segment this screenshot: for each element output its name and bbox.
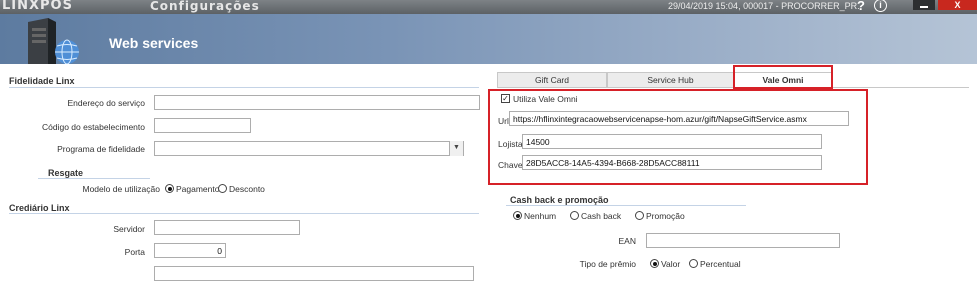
radio-cash-back[interactable] <box>570 211 579 220</box>
promocao-label: Promoção <box>646 211 685 221</box>
servidor-input[interactable] <box>154 220 300 235</box>
app-title: Configurações <box>150 0 260 13</box>
utiliza-vale-omni-checkbox[interactable]: ✓ <box>501 94 510 103</box>
section-title-resgate: Resgate <box>48 168 84 178</box>
radio-pagamento[interactable] <box>165 184 174 193</box>
chave-label: Chave <box>498 160 523 170</box>
minimize-button[interactable] <box>913 0 935 10</box>
programa-label: Programa de fidelidade <box>57 144 145 154</box>
modelo-label: Modelo de utilização <box>82 184 161 194</box>
info-icon[interactable]: i <box>874 0 887 12</box>
page-header: Web services <box>0 14 977 64</box>
section-title-crediario: Crediário Linx <box>9 203 70 213</box>
url-input[interactable]: https://hflinxintegracaowebservicenapse-… <box>509 111 849 126</box>
programa-fidelidade-select[interactable] <box>154 141 464 156</box>
app-logo: LINXPOS <box>2 0 73 13</box>
tab-gift-card[interactable]: Gift Card <box>497 72 607 88</box>
valor-label: Valor <box>661 259 681 269</box>
section-divider <box>38 178 150 179</box>
radio-valor[interactable] <box>650 259 659 268</box>
servidor-label: Servidor <box>113 224 145 234</box>
porta-label: Porta <box>124 247 145 257</box>
ean-input[interactable] <box>646 233 840 248</box>
desconto-label: Desconto <box>229 184 265 194</box>
radio-nenhum[interactable] <box>513 211 522 220</box>
chave-input[interactable]: 28D5ACC8-14A5-4394-B668-28D5ACC88111 <box>522 155 822 170</box>
url-label: Url <box>498 116 509 126</box>
radio-desconto[interactable] <box>218 184 227 193</box>
section-title-fidelidade: Fidelidade Linx <box>9 76 75 86</box>
partial-input[interactable] <box>154 266 474 281</box>
nenhum-label: Nenhum <box>524 211 557 221</box>
tab-service-hub[interactable]: Service Hub <box>607 72 734 88</box>
help-icon[interactable]: ? <box>857 0 865 13</box>
session-info: 29/04/2019 15:04, 000017 - PROCORRER_PR. <box>668 1 860 11</box>
codigo-estabelecimento-input[interactable] <box>154 118 251 133</box>
endereco-label: Endereço do serviço <box>67 98 146 108</box>
close-button[interactable]: X <box>938 0 977 10</box>
section-divider <box>9 87 479 88</box>
porta-input[interactable]: 0 <box>154 243 226 258</box>
utiliza-vale-omni-label: Utiliza Vale Omni <box>513 94 578 104</box>
pagamento-label: Pagamento <box>176 184 220 194</box>
radio-promocao[interactable] <box>635 211 644 220</box>
codigo-label: Código do estabelecimento <box>41 122 145 132</box>
tab-highlight-box <box>733 65 833 89</box>
lojista-input[interactable]: 14500 <box>522 134 822 149</box>
percentual-label: Percentual <box>700 259 741 269</box>
endereco-servico-input[interactable] <box>154 95 480 110</box>
tipo-premio-label: Tipo de prêmio <box>579 259 636 269</box>
ean-label: EAN <box>618 236 636 246</box>
section-divider <box>9 213 479 214</box>
chevron-down-icon[interactable]: ▼ <box>449 141 463 156</box>
section-divider <box>506 205 746 206</box>
top-bar: LINXPOS Configurações 29/04/2019 15:04, … <box>0 0 977 14</box>
section-title-cashback: Cash back e promoção <box>510 195 609 205</box>
lojista-label: Lojista <box>498 139 523 149</box>
server-globe-icon <box>28 18 79 64</box>
cash-back-label: Cash back <box>581 211 622 221</box>
radio-percentual[interactable] <box>689 259 698 268</box>
page-title: Web services <box>109 35 199 51</box>
